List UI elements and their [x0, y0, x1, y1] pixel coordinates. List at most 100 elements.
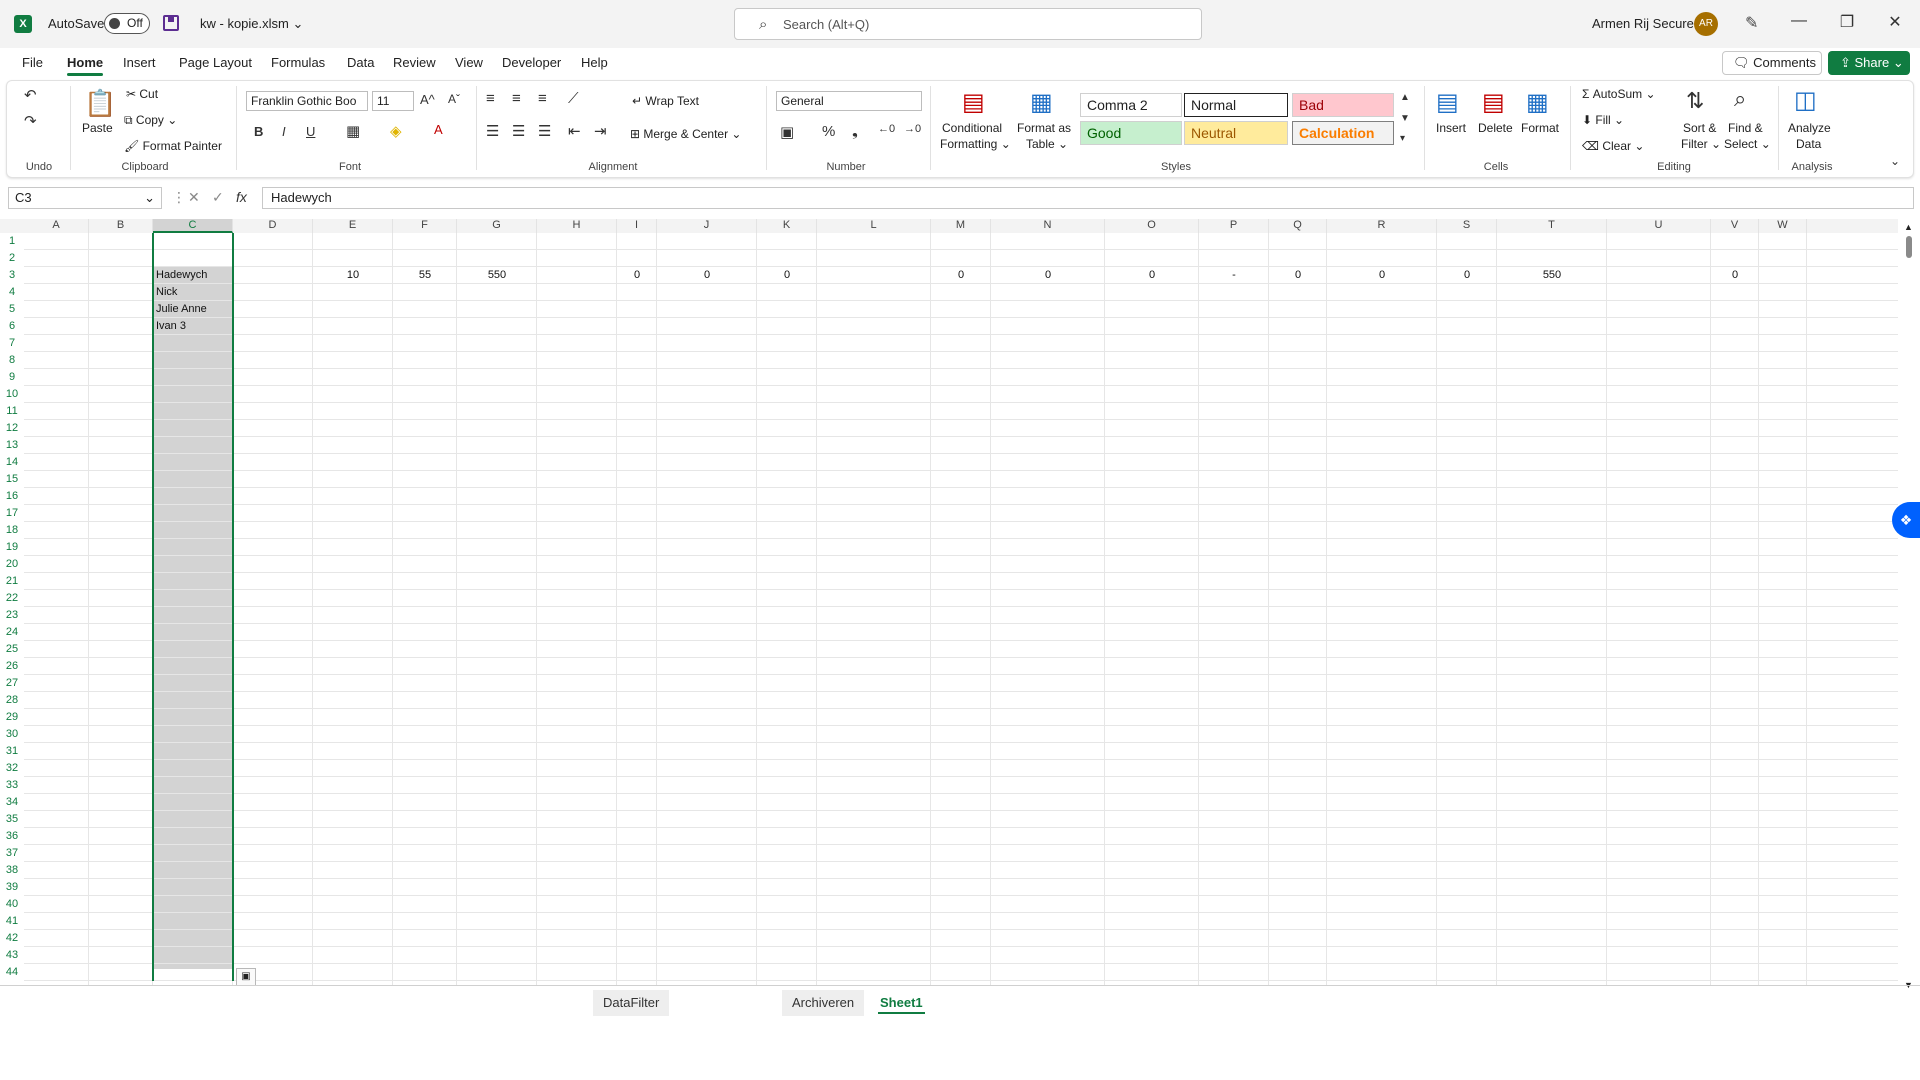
row-header-7[interactable]: 7 [0, 335, 24, 352]
cancel-edit-icon[interactable]: ✕ [188, 189, 200, 206]
more-options-icon[interactable]: ⋮ [172, 189, 186, 206]
column-header-p[interactable]: P [1199, 219, 1269, 233]
wrap-text-button[interactable]: ↵ Wrap Text [632, 94, 699, 108]
tab-help[interactable]: Help [581, 55, 608, 70]
row-header-12[interactable]: 12 [0, 420, 24, 437]
column-header-v[interactable]: V [1711, 219, 1759, 233]
tab-formulas[interactable]: Formulas [271, 55, 325, 70]
paste-options-icon[interactable]: ▣ [236, 968, 256, 986]
column-header-l[interactable]: L [817, 219, 931, 233]
row-header-38[interactable]: 38 [0, 862, 24, 879]
minimize-icon[interactable]: — [1784, 12, 1814, 30]
delete-cells-icon[interactable]: ▤ [1482, 88, 1505, 117]
redo-icon[interactable]: ↷ [24, 112, 37, 130]
column-header-a[interactable]: A [24, 219, 89, 233]
delete-cells-button[interactable]: Delete [1478, 121, 1513, 135]
file-name[interactable]: kw - kopie.xlsm ⌄ [200, 16, 303, 32]
row-header-18[interactable]: 18 [0, 522, 24, 539]
tab-insert[interactable]: Insert [123, 55, 156, 70]
sheet-tab-datafilter[interactable]: DataFilter [593, 990, 670, 1016]
row-header-24[interactable]: 24 [0, 624, 24, 641]
save-icon[interactable] [163, 15, 179, 31]
conditional-formatting-icon[interactable]: ▤ [962, 88, 985, 117]
format-as-table-button-line2[interactable]: Table ⌄ [1026, 137, 1068, 151]
column-header-h[interactable]: H [537, 219, 617, 233]
styles-scroll-down-icon[interactable]: ▼ [1400, 113, 1410, 124]
row-header-11[interactable]: 11 [0, 403, 24, 420]
autosum-button[interactable]: Σ AutoSum ⌄ [1582, 87, 1656, 101]
cell-e3[interactable]: 10 [313, 267, 393, 284]
pen-icon[interactable]: ✎ [1745, 13, 1758, 33]
undo-icon[interactable]: ↶ [24, 86, 37, 104]
column-header-q[interactable]: Q [1269, 219, 1327, 233]
sheet-tab-archiveren[interactable]: Archiveren [782, 990, 865, 1016]
tab-view[interactable]: View [455, 55, 483, 70]
name-box-dropdown-icon[interactable]: ⌄ [144, 188, 155, 208]
align-top-icon[interactable]: ≡ [486, 90, 495, 107]
row-header-33[interactable]: 33 [0, 777, 24, 794]
row-header-13[interactable]: 13 [0, 437, 24, 454]
column-header-k[interactable]: K [757, 219, 817, 233]
tab-file[interactable]: File [22, 55, 43, 70]
row-header-10[interactable]: 10 [0, 386, 24, 403]
column-header-r[interactable]: R [1327, 219, 1437, 233]
cell-n3[interactable]: 0 [991, 267, 1105, 284]
row-header-30[interactable]: 30 [0, 726, 24, 743]
cell-r3[interactable]: 0 [1327, 267, 1437, 284]
row-header-43[interactable]: 43 [0, 947, 24, 964]
close-icon[interactable]: ✕ [1880, 12, 1910, 32]
sort-filter-button-line2[interactable]: Filter ⌄ [1681, 137, 1721, 151]
row-header-28[interactable]: 28 [0, 692, 24, 709]
analyze-data-button-line2[interactable]: Data [1796, 137, 1821, 151]
row-header-21[interactable]: 21 [0, 573, 24, 590]
column-header-g[interactable]: G [457, 219, 537, 233]
font-color-icon[interactable]: A [434, 122, 443, 137]
row-header-3[interactable]: 3 [0, 267, 24, 284]
italic-icon[interactable]: I [282, 124, 286, 139]
cell-o3[interactable]: 0 [1105, 267, 1199, 284]
avatar[interactable]: AR [1694, 12, 1718, 36]
tab-data[interactable]: Data [347, 55, 374, 70]
share-button[interactable]: ⇪ Share ⌄ [1828, 51, 1910, 75]
row-header-17[interactable]: 17 [0, 505, 24, 522]
column-header-b[interactable]: B [89, 219, 153, 233]
row-header-20[interactable]: 20 [0, 556, 24, 573]
insert-cells-button[interactable]: Insert [1436, 121, 1466, 135]
row-header-39[interactable]: 39 [0, 879, 24, 896]
row-header-9[interactable]: 9 [0, 369, 24, 386]
cell-g3[interactable]: 550 [457, 267, 537, 284]
cell-style-bad[interactable]: Bad [1292, 93, 1394, 117]
format-cells-icon[interactable]: ▦ [1526, 88, 1549, 117]
vertical-scrollbar[interactable]: ▲ ▼ [1902, 222, 1916, 990]
column-header-e[interactable]: E [313, 219, 393, 233]
tab-home[interactable]: Home [67, 55, 104, 76]
number-format-select[interactable]: General [776, 91, 922, 111]
align-left-icon[interactable]: ☰ [486, 122, 499, 140]
autosave-toggle[interactable]: Off [104, 13, 150, 34]
insert-cells-icon[interactable]: ▤ [1436, 88, 1459, 117]
row-header-27[interactable]: 27 [0, 675, 24, 692]
row-header-4[interactable]: 4 [0, 284, 24, 301]
increase-decimal-icon[interactable]: ←0 [878, 123, 895, 135]
name-box[interactable]: C3 ⌄ [8, 187, 162, 209]
row-header-37[interactable]: 37 [0, 845, 24, 862]
conditional-formatting-button-line2[interactable]: Formatting ⌄ [940, 137, 1011, 151]
cell-v3[interactable]: 0 [1711, 267, 1759, 284]
comma-style-icon[interactable]: ❟ [852, 123, 858, 140]
row-header-44[interactable]: 44 [0, 964, 24, 981]
column-header-i[interactable]: I [617, 219, 657, 233]
clear-button[interactable]: ⌫ Clear ⌄ [1582, 139, 1644, 153]
cell-style-comma-2[interactable]: Comma 2 [1080, 93, 1182, 117]
collapse-ribbon-icon[interactable]: ⌄ [1890, 154, 1900, 168]
column-header-o[interactable]: O [1105, 219, 1199, 233]
orientation-icon[interactable]: ⟋ [568, 90, 579, 107]
format-as-table-button[interactable]: Format as [1017, 121, 1071, 135]
row-header-32[interactable]: 32 [0, 760, 24, 777]
increase-indent-icon[interactable]: ⇥ [594, 122, 607, 140]
bold-icon[interactable]: B [254, 124, 263, 139]
format-as-table-icon[interactable]: ▦ [1030, 88, 1053, 117]
align-middle-icon[interactable]: ≡ [512, 90, 521, 107]
cell-p3[interactable]: - [1199, 267, 1269, 284]
scroll-thumb[interactable] [1906, 236, 1912, 258]
find-select-icon[interactable]: ⌕ [1734, 86, 1746, 112]
